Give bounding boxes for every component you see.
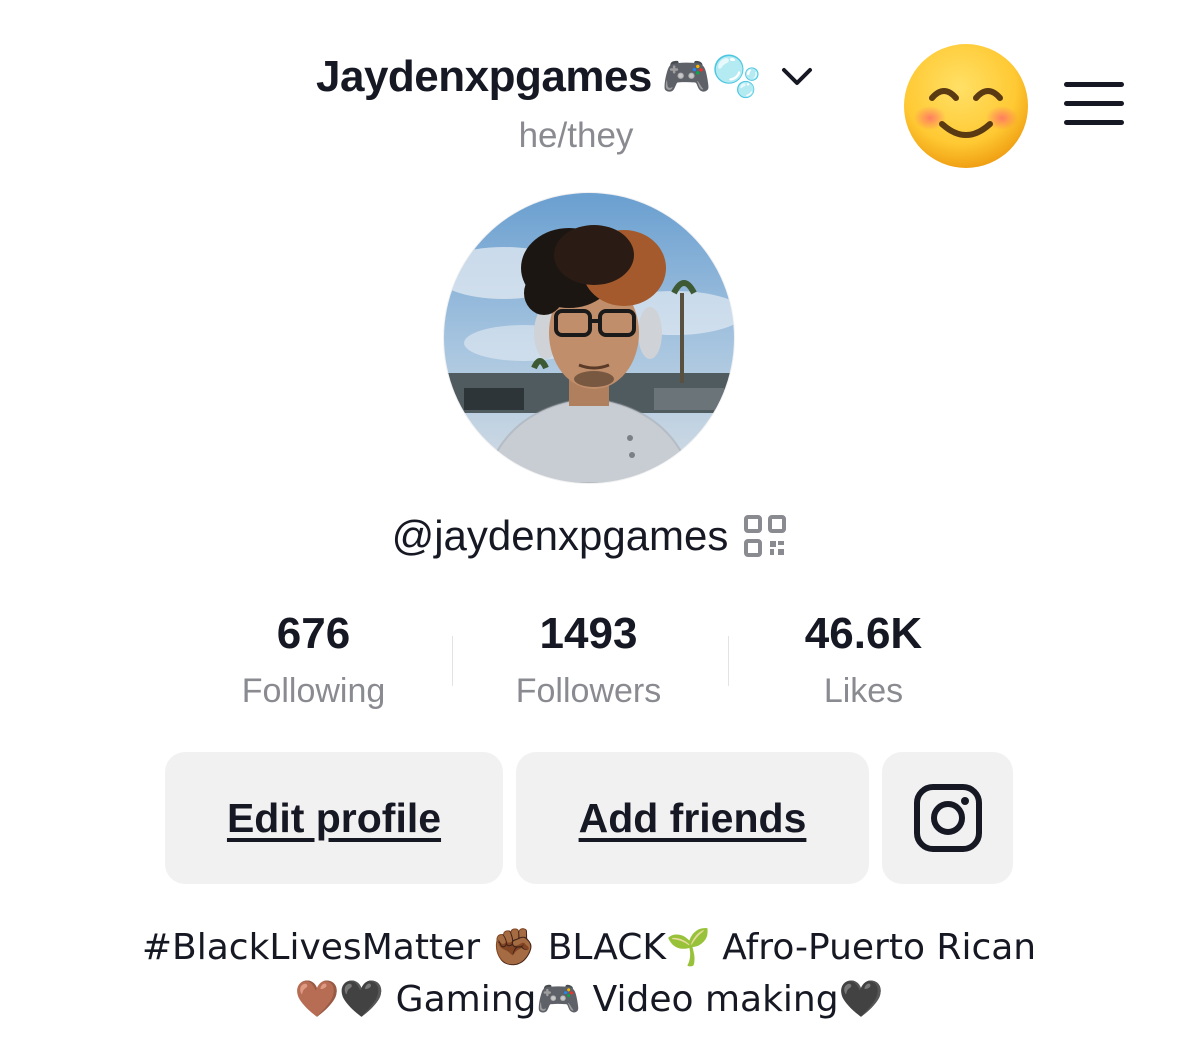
stat-divider <box>452 636 453 686</box>
stat-divider <box>728 636 729 686</box>
bio-line: #BlackLivesMatter ✊🏾 BLACK🌱 Afro-Puerto … <box>141 927 1037 968</box>
bio: #BlackLivesMatter ✊🏾 BLACK🌱 Afro-Puerto … <box>0 922 1178 1026</box>
avatar[interactable] <box>444 193 734 483</box>
add-friends-button[interactable]: Add friends <box>516 752 869 884</box>
username: @jaydenxpgames <box>391 512 729 559</box>
stat-following[interactable]: 676 Following <box>176 609 451 711</box>
qr-code-icon[interactable] <box>744 515 787 557</box>
instagram-button[interactable] <box>882 752 1013 884</box>
bio-line: 🤎🖤 Gaming🎮 Video making🖤 <box>294 979 884 1020</box>
stat-label: Likes <box>823 672 904 711</box>
stat-label: Following <box>241 672 386 711</box>
stat-value: 676 <box>276 609 351 658</box>
account-switcher[interactable]: Jaydenxpgames 🎮🫧 <box>316 52 816 102</box>
chevron-down-icon[interactable] <box>778 58 816 96</box>
smiling-face-icon[interactable] <box>902 42 1030 170</box>
username-row: @jaydenxpgames <box>0 512 1178 560</box>
stat-value: 46.6K <box>804 609 923 658</box>
profile-page: Jaydenxpgames 🎮🫧 he/they @jaydenxpgames … <box>0 0 1178 1047</box>
stat-label: Followers <box>515 672 662 711</box>
stat-followers[interactable]: 1493 Followers <box>451 609 726 711</box>
stat-likes[interactable]: 46.6K Likes <box>726 609 1001 711</box>
hamburger-menu-icon[interactable] <box>1064 80 1124 128</box>
stats-row: 676 Following 1493 Followers 46.6K Likes <box>176 609 1002 711</box>
display-name: Jaydenxpgames <box>316 52 652 101</box>
name-emojis: 🎮🫧 <box>661 54 762 100</box>
edit-profile-button[interactable]: Edit profile <box>165 752 503 884</box>
stat-value: 1493 <box>539 609 638 658</box>
instagram-icon <box>913 784 982 852</box>
